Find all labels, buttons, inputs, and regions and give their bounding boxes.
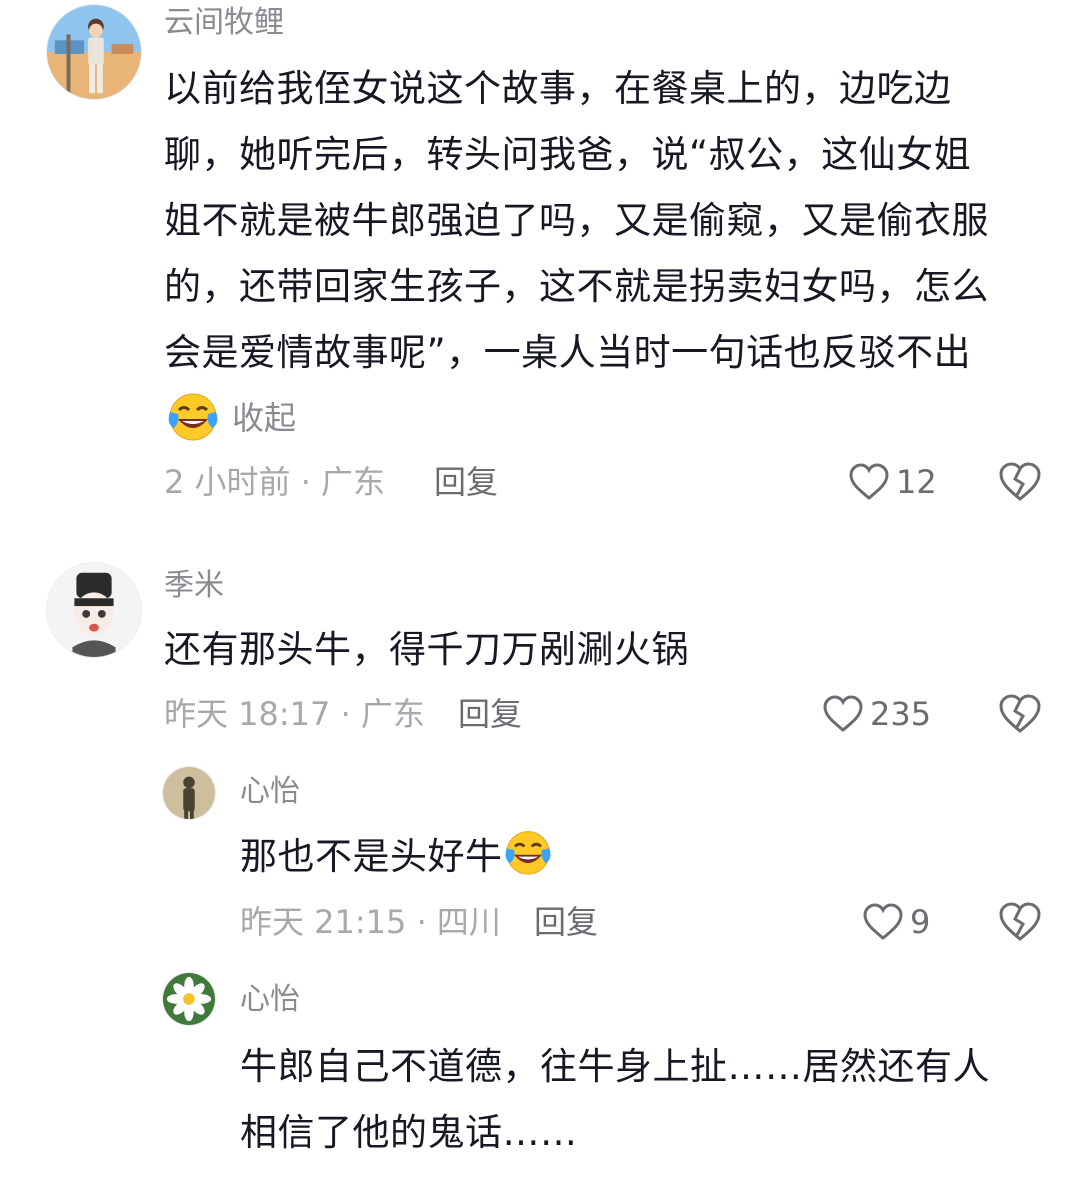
like-count: 9 [910,903,931,941]
comment-text: 那也不是头好牛 [240,824,553,890]
username[interactable]: 心怡 [240,772,300,812]
comment-line: 的，还带回家生孩子，这不就是拐卖妇女吗，怎么 [164,265,989,308]
comment-line: 姐不就是被牛郎强迫了吗，又是偷窥，又是偷衣服 [164,199,989,242]
username[interactable]: 季米 [164,566,224,606]
dislike-button[interactable] [998,461,1042,503]
comment-line: 相信了他的鬼话…… [240,1111,578,1154]
comment-text: 还有那头牛，得千刀万剐涮火锅 [164,617,689,683]
beach-person-avatar-icon [47,5,141,99]
user-avatar[interactable] [46,562,142,658]
reply-button[interactable]: 回复 [534,900,598,944]
collapse-label: 收起 [232,399,297,437]
user-avatar[interactable] [46,4,142,100]
comment-line: 还有那头牛，得千刀万剐涮火锅 [164,628,689,671]
broken-heart-icon [999,462,1041,501]
user-avatar[interactable] [162,972,216,1026]
comment-meta: 昨天 18:17 · 广东 [164,695,425,733]
heart-outline-icon [863,903,903,940]
username[interactable]: 心怡 [240,980,300,1020]
comment-line-text: 那也不是头好牛 [240,835,503,878]
broken-heart-icon [999,902,1041,941]
laughing-tears-emoji-icon [168,393,218,441]
like-button[interactable]: 9 [862,900,930,944]
comment-meta: 2 小时前 · 广东 [164,463,386,501]
reply-button[interactable]: 回复 [434,460,498,504]
laughing-tears-emoji-icon [504,831,551,875]
comment-text: 以前给我侄女说这个故事，在餐桌上的，边吃边 聊，她听完后，转头问我爸，说“叔公，… [164,56,989,386]
comment-line: 以前给我侄女说这个故事，在餐桌上的，边吃边 [164,67,952,110]
like-button[interactable]: 12 [848,460,937,504]
heart-outline-icon [849,463,889,500]
comment-meta: 昨天 21:15 · 四川 [240,903,501,941]
silhouette-avatar-icon [163,767,215,819]
comment-line: 那也不是头好牛 [240,824,553,890]
cartoon-boy-avatar-icon [47,563,141,657]
reply-button[interactable]: 回复 [458,692,522,736]
like-count: 12 [896,463,937,501]
heart-outline-icon [823,695,863,732]
comment-line: 会是爱情故事呢”，一桌人当时一句话也反驳不出 [164,331,972,374]
flower-avatar-icon [163,973,215,1025]
collapse-toggle[interactable]: 收起 [166,390,296,442]
dislike-button[interactable] [998,693,1042,735]
like-button[interactable]: 235 [822,692,931,736]
dislike-button[interactable] [998,901,1042,943]
broken-heart-icon [999,694,1041,733]
comment-line: 牛郎自己不道德，往牛身上扯……居然还有人 [240,1045,990,1088]
username[interactable]: 云间牧鲤 [164,3,284,43]
user-avatar[interactable] [162,766,216,820]
comment-line: 聊，她听完后，转头问我爸，说“叔公，这仙女姐 [164,133,972,176]
like-count: 235 [870,695,932,733]
comment-text: 牛郎自己不道德，往牛身上扯……居然还有人 相信了他的鬼话…… [240,1034,990,1166]
